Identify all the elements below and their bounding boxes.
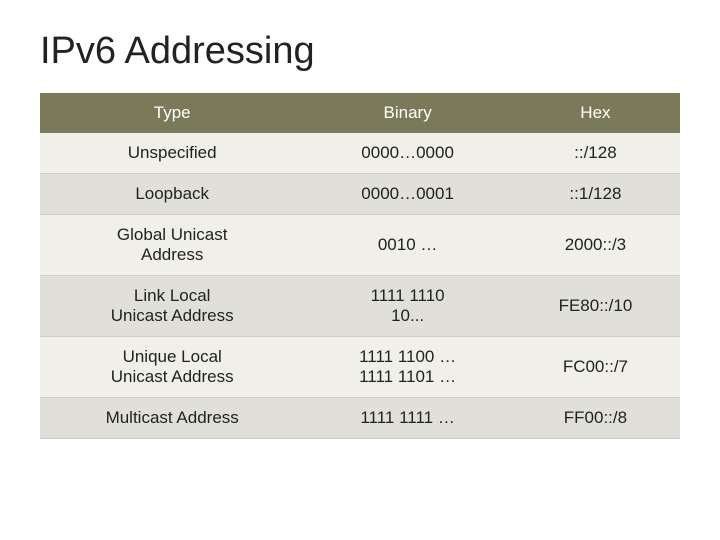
cell-type: Multicast Address	[40, 398, 304, 439]
cell-hex: FC00::/7	[511, 337, 680, 398]
cell-hex: ::1/128	[511, 174, 680, 215]
table-row: Unique LocalUnicast Address 1111 1100 …1…	[40, 337, 680, 398]
cell-type: Link LocalUnicast Address	[40, 276, 304, 337]
cell-type: Loopback	[40, 174, 304, 215]
cell-hex: 2000::/3	[511, 215, 680, 276]
cell-binary: 1111 1100 …1111 1101 …	[304, 337, 510, 398]
cell-binary: 0010 …	[304, 215, 510, 276]
cell-binary: 0000…0001	[304, 174, 510, 215]
cell-binary: 1111 1111 …	[304, 398, 510, 439]
page-container: IPv6 Addressing Type Binary Hex Unspecif…	[0, 0, 720, 469]
page-title: IPv6 Addressing	[40, 30, 680, 73]
cell-type: Unique LocalUnicast Address	[40, 337, 304, 398]
table-row: Unspecified 0000…0000 ::/128	[40, 133, 680, 174]
cell-binary: 1111 111010...	[304, 276, 510, 337]
ipv6-table: Type Binary Hex Unspecified 0000…0000 ::…	[40, 93, 680, 439]
col-header-type: Type	[40, 93, 304, 133]
col-header-binary: Binary	[304, 93, 510, 133]
cell-binary: 0000…0000	[304, 133, 510, 174]
table-row: Loopback 0000…0001 ::1/128	[40, 174, 680, 215]
table-row: Link LocalUnicast Address 1111 111010...…	[40, 276, 680, 337]
cell-hex: ::/128	[511, 133, 680, 174]
cell-type: Global UnicastAddress	[40, 215, 304, 276]
table-row: Global UnicastAddress 0010 … 2000::/3	[40, 215, 680, 276]
cell-type: Unspecified	[40, 133, 304, 174]
table-row: Multicast Address 1111 1111 … FF00::/8	[40, 398, 680, 439]
col-header-hex: Hex	[511, 93, 680, 133]
cell-hex: FE80::/10	[511, 276, 680, 337]
cell-hex: FF00::/8	[511, 398, 680, 439]
table-header-row: Type Binary Hex	[40, 93, 680, 133]
